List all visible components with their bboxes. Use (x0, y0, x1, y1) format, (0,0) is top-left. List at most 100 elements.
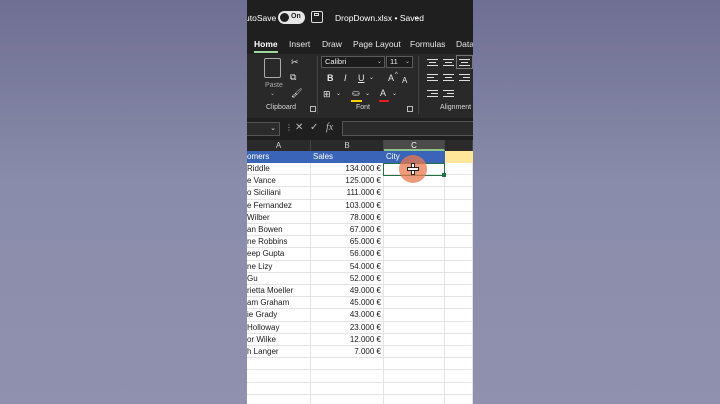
font-size-dropdown[interactable]: 11 ⌄ (386, 56, 413, 68)
cell-c[interactable] (384, 358, 445, 371)
cell-c[interactable] (384, 187, 445, 200)
file-name[interactable]: DropDown.xlsx • Saved (335, 13, 424, 23)
paste-chevron-icon[interactable]: ⌄ (270, 89, 275, 100)
font-color-button[interactable]: A (380, 88, 386, 99)
column-header-d[interactable] (445, 140, 473, 151)
cell-b[interactable]: 67.000 € (311, 224, 384, 237)
column-header-a[interactable]: A (247, 140, 311, 151)
cell-a[interactable] (247, 394, 311, 404)
cell-a[interactable]: e Fernandez (247, 199, 311, 212)
cell-d[interactable] (445, 260, 473, 273)
cell-c[interactable] (384, 260, 445, 273)
cell-d[interactable] (445, 370, 473, 383)
underline-button[interactable]: U (358, 73, 365, 84)
cell-c[interactable] (384, 199, 445, 212)
cell-d[interactable] (445, 199, 473, 212)
cell-d[interactable] (445, 321, 473, 334)
decrease-indent-icon[interactable] (427, 90, 438, 99)
copy-icon[interactable]: ⧉ (290, 72, 296, 83)
cell-a[interactable]: Wilber (247, 211, 311, 224)
cell-b[interactable]: 111.000 € (311, 187, 384, 200)
cell-d[interactable] (445, 333, 473, 346)
cell-c[interactable] (384, 285, 445, 298)
underline-chevron-icon[interactable]: ⌄ (369, 73, 374, 84)
insert-function-icon[interactable]: fx (326, 122, 333, 133)
cell-d[interactable] (445, 394, 473, 404)
tab-draw[interactable]: Draw (322, 39, 342, 49)
cell-d[interactable] (445, 309, 473, 322)
cell-c[interactable] (384, 346, 445, 359)
cell-b[interactable]: 125.000 € (311, 175, 384, 188)
cell-a[interactable]: ne Robbins (247, 236, 311, 249)
cell-b[interactable]: 43.000 € (311, 309, 384, 322)
autosave-toggle[interactable]: On (278, 11, 305, 24)
align-center-icon[interactable] (443, 74, 454, 83)
font-name-dropdown[interactable]: Calibri ⌄ (321, 56, 385, 68)
tab-data[interactable]: Data (456, 39, 473, 49)
increase-indent-icon[interactable] (443, 90, 454, 99)
chevron-down-icon[interactable]: ⌄ (413, 11, 420, 22)
cell-c[interactable] (384, 211, 445, 224)
shrink-font-button[interactable]: A (402, 75, 407, 86)
cell-d[interactable] (445, 285, 473, 298)
cancel-icon[interactable]: ✕ (295, 122, 303, 133)
cell-b[interactable]: 52.000 € (311, 272, 384, 285)
cell-a[interactable]: Holloway (247, 321, 311, 334)
cell-b[interactable] (311, 382, 384, 395)
formula-input[interactable] (342, 121, 473, 136)
grow-font-button[interactable]: A (388, 73, 394, 84)
bold-button[interactable]: B (327, 73, 334, 84)
cell-c[interactable] (384, 272, 445, 285)
cell-c[interactable] (384, 297, 445, 310)
cell-c[interactable] (384, 236, 445, 249)
cell-a[interactable]: rietta Moeller (247, 285, 311, 298)
cell-b[interactable]: 7.000 € (311, 346, 384, 359)
tab-home[interactable]: Home (254, 39, 278, 49)
cell-c[interactable] (384, 333, 445, 346)
cell-d[interactable] (445, 187, 473, 200)
cell-b[interactable]: 78.000 € (311, 211, 384, 224)
fill-color-icon[interactable]: ⛀ (352, 88, 360, 99)
cell-a[interactable]: am Graham (247, 297, 311, 310)
cell-b[interactable]: 49.000 € (311, 285, 384, 298)
borders-chevron-icon[interactable]: ⌄ (336, 89, 341, 100)
enter-icon[interactable]: ✓ (310, 122, 318, 133)
cell-d[interactable] (445, 297, 473, 310)
cell-b[interactable]: 45.000 € (311, 297, 384, 310)
header-sales[interactable]: Sales (311, 151, 384, 163)
cell-c[interactable] (384, 370, 445, 383)
cell-d[interactable] (445, 236, 473, 249)
worksheet-grid[interactable]: omers Sales City Riddle 134.000 € e Vance 1… (247, 151, 473, 404)
cell-a[interactable] (247, 382, 311, 395)
tab-page-layout[interactable]: Page Layout (353, 39, 401, 49)
cell-a[interactable]: ne Lizy (247, 260, 311, 273)
cell-c[interactable] (384, 321, 445, 334)
cell-c[interactable] (384, 248, 445, 261)
align-middle-icon[interactable] (443, 59, 454, 68)
clipboard-launcher-icon[interactable] (310, 106, 316, 112)
cell-c[interactable] (384, 309, 445, 322)
cell-a[interactable]: Gu (247, 272, 311, 285)
header-customers[interactable]: omers (247, 151, 311, 163)
cell-b[interactable] (311, 370, 384, 383)
fill-chevron-icon[interactable]: ⌄ (365, 89, 370, 100)
cell-b[interactable]: 103.000 € (311, 199, 384, 212)
align-right-icon[interactable] (459, 74, 470, 83)
save-icon[interactable] (311, 11, 323, 23)
cell-b[interactable]: 56.000 € (311, 248, 384, 261)
cell-a[interactable] (247, 358, 311, 371)
paste-icon[interactable] (264, 58, 281, 78)
cell-b[interactable]: 134.000 € (311, 163, 384, 176)
cell-d[interactable] (445, 175, 473, 188)
cell-c[interactable] (384, 382, 445, 395)
align-left-icon[interactable] (427, 74, 438, 83)
cell-a[interactable]: Riddle (247, 163, 311, 176)
cell-a[interactable]: h Langer (247, 346, 311, 359)
cell-d[interactable] (445, 163, 473, 176)
cell-d[interactable] (445, 358, 473, 371)
cell-b[interactable]: 23.000 € (311, 321, 384, 334)
column-header-b[interactable]: B (311, 140, 384, 151)
font-color-chevron-icon[interactable]: ⌄ (392, 89, 397, 100)
italic-button[interactable]: I (344, 73, 347, 84)
cut-icon[interactable]: ✂ (291, 57, 299, 68)
